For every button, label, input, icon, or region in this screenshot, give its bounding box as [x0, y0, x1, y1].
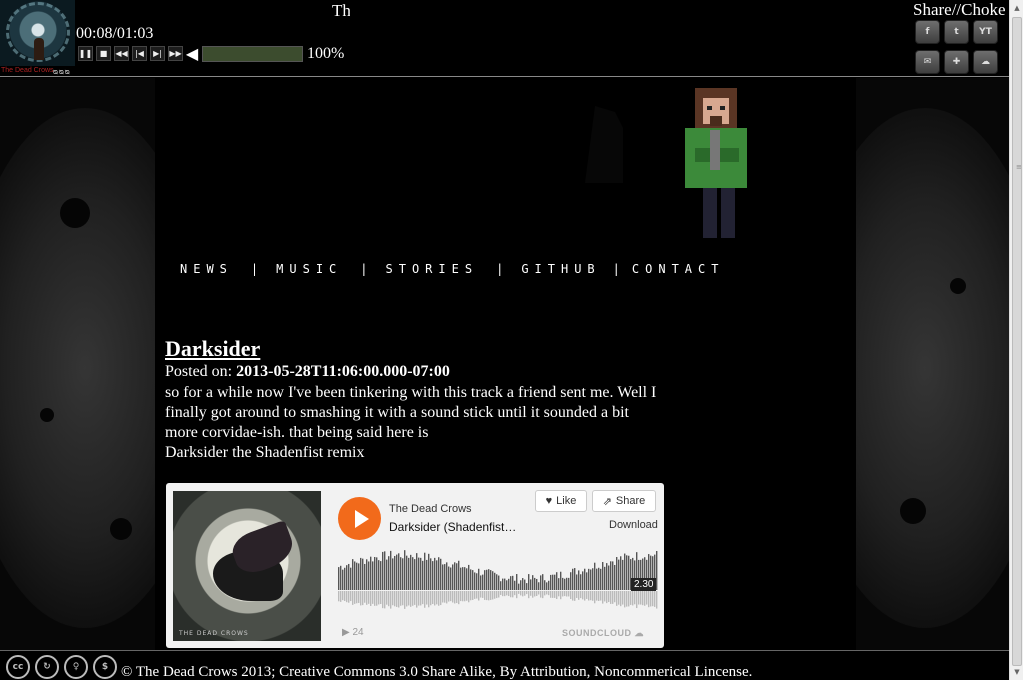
nav-music[interactable]: MUSIC: [276, 262, 342, 276]
download-link[interactable]: Download: [609, 519, 658, 531]
share-alike-icon[interactable]: ↻: [35, 655, 59, 679]
footer: cc ↻ ♀ $ © The Dead Crows 2013; Creative…: [0, 650, 1009, 680]
plus-icon[interactable]: ✚: [944, 50, 969, 74]
rewind-icon[interactable]: ◀◀: [114, 46, 129, 61]
thumbnail-caption: The Dead Crows: [1, 67, 54, 74]
prev-icon[interactable]: |◀: [132, 46, 147, 61]
nav-separator: |: [250, 262, 259, 276]
artwork-caption: THE DEAD CROWS: [179, 630, 249, 637]
attribution-icon[interactable]: ♀: [64, 655, 88, 679]
noncommercial-icon[interactable]: $: [93, 655, 117, 679]
post-body: so for a while now I've been tinkering w…: [165, 383, 665, 463]
album-artwork[interactable]: THE DEAD CROWS: [173, 491, 321, 641]
soundcloud-logo[interactable]: SOUNDCLOUD ☁: [562, 628, 644, 639]
nav-separator: |: [496, 262, 504, 276]
volume-slider[interactable]: [202, 46, 303, 62]
city-skyline-banner: [155, 86, 856, 253]
scrollbar[interactable]: ▲ ≡ ▼: [1009, 0, 1023, 680]
next-icon[interactable]: ▶|: [150, 46, 165, 61]
track-title-marquee: The Dead Crows - Darkside: [332, 1, 350, 20]
volume-percent: 100%: [307, 45, 345, 62]
facebook-icon[interactable]: f: [915, 20, 940, 44]
like-label: Like: [556, 495, 577, 507]
email-icon[interactable]: ✉: [915, 50, 940, 74]
nav-stories[interactable]: STORIES: [386, 262, 479, 276]
share-button[interactable]: ⇗ Share: [592, 490, 656, 512]
duration-badge: 2.30: [631, 578, 657, 591]
nav-contact[interactable]: CONTACT: [632, 262, 725, 276]
cloud-icon: ☁: [634, 628, 645, 638]
stop-icon[interactable]: ■: [96, 46, 111, 61]
scroll-down-icon[interactable]: ▼: [1010, 664, 1023, 680]
post-title-link[interactable]: Darksider: [165, 336, 260, 362]
fast-forward-icon[interactable]: ▶▶: [168, 46, 183, 61]
share-title: Share//Choke: [913, 0, 1006, 19]
posted-date: 2013-05-28T11:06:00.000-07:00: [236, 363, 450, 380]
scroll-up-icon[interactable]: ▲: [1010, 0, 1023, 16]
sc-track-title[interactable]: Darksider (Shadenfist…: [389, 520, 529, 534]
pause-icon[interactable]: ❚❚: [78, 46, 93, 61]
playback-controls: ❚❚ ■ ◀◀ |◀ ▶| ▶▶ ◀: [78, 46, 198, 63]
volume-fill: [203, 47, 302, 61]
post-meta: Posted on: 2013-05-28T11:06:00.000-07:00: [165, 363, 450, 381]
play-icon: [354, 509, 369, 528]
soundcloud-brand-text: SOUNDCLOUD: [562, 628, 632, 638]
share-label: Share: [615, 495, 646, 507]
play-button[interactable]: [338, 497, 381, 540]
grip-icon: ≡: [1016, 163, 1022, 171]
soundcloud-icon[interactable]: ☁: [973, 50, 998, 74]
plays-icon: ▶: [342, 627, 353, 638]
like-button[interactable]: ♥ Like: [535, 490, 587, 512]
post-paragraph: so for a while now I've been tinkering w…: [165, 384, 657, 441]
youtube-icon[interactable]: YT: [973, 20, 998, 44]
copyright-text: © The Dead Crows 2013; Creative Commons …: [121, 664, 753, 680]
thumbnail-logo: ᴓᴓᴓ: [53, 67, 71, 76]
nav-separator: |: [612, 262, 620, 276]
nav-separator: |: [360, 262, 368, 276]
time-readout: 00:08/01:03: [76, 25, 154, 42]
play-count-value: 24: [352, 627, 364, 638]
soundcloud-widget: THE DEAD CROWS The Dead Crows Darksider …: [166, 483, 664, 648]
play-count: ▶ 24: [342, 627, 364, 638]
heart-icon: ♥: [545, 495, 553, 507]
album-thumbnail[interactable]: [0, 0, 75, 66]
share-icon: ⇗: [602, 495, 612, 508]
nav-github[interactable]: GITHUB: [521, 262, 600, 276]
twitter-icon[interactable]: t: [944, 20, 969, 44]
main-nav: NEWS | MUSIC | STORIES | GITHUB | CONTACT: [180, 262, 724, 276]
post-paragraph: Darksider the Shadenfist remix: [165, 444, 365, 461]
volume-icon[interactable]: ◀: [186, 46, 198, 63]
waveform[interactable]: [338, 545, 658, 615]
audio-player-bar: The Dead Crows ᴓᴓᴓ The Dead Crows - Dark…: [0, 0, 1009, 77]
nav-news[interactable]: NEWS: [180, 262, 233, 276]
posted-label: Posted on:: [165, 363, 237, 380]
scroll-thumb[interactable]: ≡: [1012, 17, 1022, 666]
sc-artist-name[interactable]: The Dead Crows: [389, 503, 472, 515]
cc-icon[interactable]: cc: [6, 655, 30, 679]
